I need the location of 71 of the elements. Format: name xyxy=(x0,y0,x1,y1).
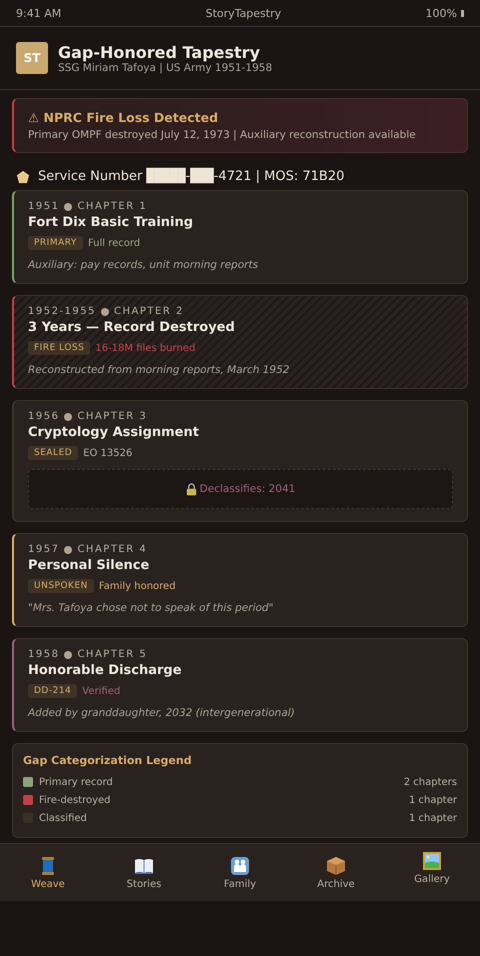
chapter-tag: DD-214 xyxy=(28,684,78,698)
chapter-title: Cryptology Assignment xyxy=(28,425,200,440)
dot-icon xyxy=(64,412,72,420)
legend-label: Classified xyxy=(39,812,88,824)
family-icon xyxy=(230,856,250,876)
box-icon xyxy=(326,856,346,876)
chapter-title: Personal Silence xyxy=(28,558,150,573)
chapter-years: 1958 xyxy=(28,649,60,660)
status-time: 9:41 AM xyxy=(16,6,62,20)
chapter-card[interactable]: 1958 CHAPTER 5 Honorable Discharge DD-214 Verified Added by granddaughter, 2032 (intergenerational) xyxy=(12,638,468,732)
chapter-title: Fort Dix Basic Training xyxy=(28,215,194,230)
chapter-number: CHAPTER 2 xyxy=(114,306,184,317)
record-status: 16-18M files burned xyxy=(95,342,196,354)
legend-title: Gap Categorization Legend xyxy=(23,754,193,767)
chapter-years: 1952-1955 xyxy=(28,306,96,317)
legend-count: 2 chapters xyxy=(404,776,457,788)
chapter-title: Honorable Discharge xyxy=(28,663,183,678)
chapter-note: "Mrs. Tafoya chose not to speak of this period" xyxy=(28,602,274,614)
chapter-years: 1957 xyxy=(28,544,60,555)
battery-level: 100% xyxy=(426,6,457,20)
alert-title: ⚠ NPRC Fire Loss Detected xyxy=(28,110,220,125)
page-subtitle: SSG Miriam Tafoya | US Army 1951-1958 xyxy=(58,62,272,74)
chapter-tag: SEALED xyxy=(28,446,78,460)
record-status: Full record xyxy=(88,238,140,248)
chapter-card[interactable]: 1957 CHAPTER 4 Personal Silence UNSPOKEN Family honored "Mrs. Tafoya chose not to speak of this period" xyxy=(12,533,468,627)
dot-icon xyxy=(101,308,110,316)
dot-icon xyxy=(64,650,72,658)
record-status: Family honored xyxy=(98,580,176,592)
nav-tab[interactable]: Gallery xyxy=(384,844,480,901)
redacted-digits: ███ xyxy=(190,169,214,184)
app-name: StoryTapestry xyxy=(206,6,282,20)
record-status: EO 13526 xyxy=(83,448,132,458)
alert-text: Primary OMPF destroyed July 12, 1973 | Auxiliary reconstruction available xyxy=(28,129,417,141)
chapter-note: Reconstructed from morning reports, March 1952 xyxy=(28,364,290,376)
page-title: Gap-Honored Tapestry xyxy=(58,42,261,62)
nav-tab[interactable]: Family xyxy=(192,844,288,901)
chapter-card[interactable]: 1952-1955 CHAPTER 2 3 Years — Record Destroyed FIRE LOSS 16-18M files burned Reconstructed from morning reports, March 1952 xyxy=(12,295,468,389)
record-status: Verified xyxy=(82,686,120,696)
chapter-number: CHAPTER 1 xyxy=(77,201,148,212)
chapter-number: CHAPTER 5 xyxy=(77,649,148,660)
dot-icon xyxy=(64,546,72,554)
chapter-card[interactable]: 1956 CHAPTER 3 Cryptology Assignment SEALED EO 13526 Declassifies: 2041 xyxy=(12,400,468,522)
framed-picture-icon xyxy=(422,850,442,870)
nav-tab[interactable]: Stories xyxy=(96,844,192,901)
legend-label: Primary record xyxy=(39,776,114,788)
legend-label: Fire-destroyed xyxy=(39,794,112,806)
service-number-text: -4721 | MOS: 71B20 xyxy=(214,169,344,184)
battery-icon xyxy=(460,10,464,16)
service-number-text: Service Number xyxy=(38,169,142,184)
lock-icon xyxy=(186,482,197,496)
chapter-card[interactable]: 1951 CHAPTER 1 Fort Dix Basic Training PRIMARY Full record Auxiliary: pay records, unit morning reports xyxy=(12,190,468,284)
chapter-years: 1951 xyxy=(28,201,60,212)
chapter-tag: FIRE LOSS xyxy=(28,341,90,355)
chapter-years: 1956 xyxy=(28,411,60,422)
chapter-note: Auxiliary: pay records, unit morning reports xyxy=(28,259,260,271)
redacted-digits: █████ xyxy=(146,169,186,184)
chapter-title: 3 Years — Record Destroyed xyxy=(28,320,236,335)
app-logo: ST xyxy=(16,42,48,74)
chapter-number: CHAPTER 3 xyxy=(77,411,148,422)
legend-count: 1 chapter xyxy=(408,794,457,806)
chapter-note: Added by granddaughter, 2032 (intergenerational) xyxy=(28,707,296,719)
chapter-tag: UNSPOKEN xyxy=(28,579,94,593)
declassify-date: Declassifies: 2041 xyxy=(200,483,296,495)
dot-icon xyxy=(64,202,72,210)
legend-count: 1 chapter xyxy=(408,812,457,824)
service-number-text: - xyxy=(186,169,190,184)
pentagon-icon xyxy=(16,170,30,184)
chapter-tag: PRIMARY xyxy=(28,236,83,250)
nav-tab[interactable]: Weave xyxy=(0,844,96,901)
chapter-number: CHAPTER 4 xyxy=(77,544,148,555)
nav-tab[interactable]: Archive xyxy=(288,844,384,901)
